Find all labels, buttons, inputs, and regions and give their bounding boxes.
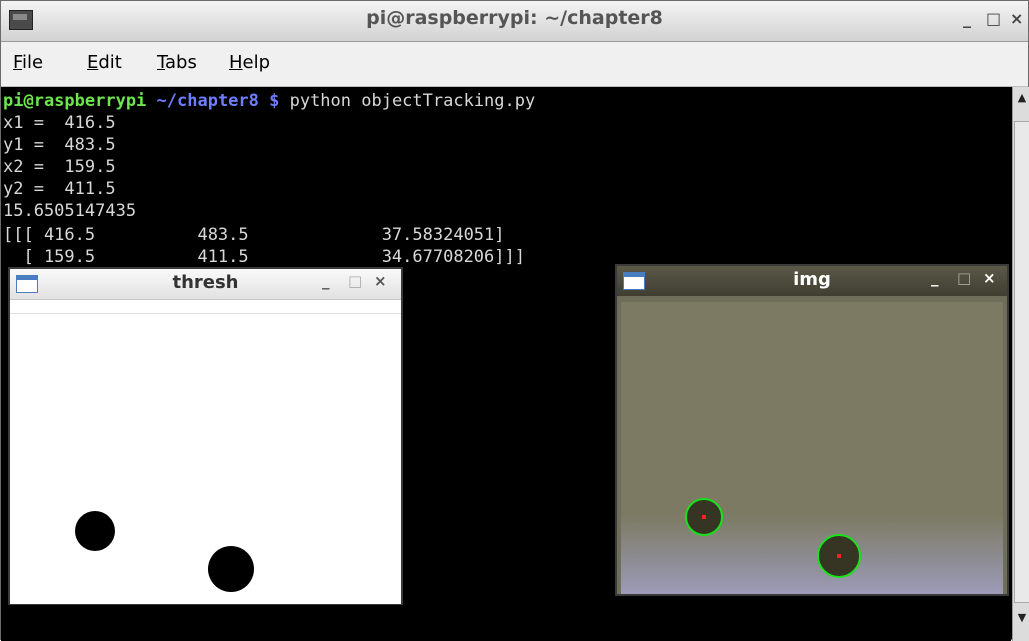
tracked-circle [685,498,723,536]
scroll-down-icon[interactable]: ▼ [1013,607,1029,629]
menu-edit[interactable]: Edit [87,52,122,73]
menu-file-mnemonic: F [13,52,23,73]
camera-image [621,302,1003,594]
menu-tabs-mnemonic: T [157,52,166,73]
center-dot [702,515,706,519]
image-floor-noise [621,514,1003,594]
menu-bar: File Edit Tabs Help [1,42,1028,87]
img-window-title: img [793,269,831,290]
close-icon[interactable]: × [374,272,387,290]
center-dot [837,554,841,558]
output-line: x2 = 159.5 [3,157,116,177]
output-line: y1 = 483.5 [3,135,116,155]
window-title: pi@raspberrypi: ~/chapter8 [366,7,663,29]
thresh-image [10,313,401,604]
prompt-line: pi@raspberrypi ~/chapter8 $ python objec… [3,91,535,111]
maximize-icon[interactable]: □ [986,9,1001,28]
maximize-icon[interactable]: □ [348,272,362,290]
menu-tabs-label: abs [165,52,197,73]
vertical-scrollbar[interactable]: ▲ ▼ [1012,87,1029,641]
menu-file-label: ile [22,52,44,73]
img-title-bar[interactable]: img _ □ × [617,266,1007,296]
command-text: python objectTracking.py [279,91,536,111]
minimize-icon[interactable]: _ [322,272,330,290]
scrollbar-thumb[interactable] [1014,121,1029,603]
output-line: y2 = 411.5 [3,179,116,199]
prompt-user: pi@raspberrypi [3,91,147,111]
title-bar[interactable]: pi@raspberrypi: ~/chapter8 _ □ × [1,1,1028,42]
prompt-path: ~/chapter8 $ [146,91,280,111]
menu-edit-mnemonic: E [87,52,99,73]
output-line: x1 = 416.5 [3,113,116,133]
output-line: [[[ 416.5 483.5 37.58324051] [3,225,505,245]
menu-help[interactable]: Help [229,52,270,73]
scroll-up-icon[interactable]: ▲ [1013,87,1029,109]
minimize-icon[interactable]: _ [963,9,971,28]
menu-edit-label: dit [98,52,122,73]
threshold-blob [208,546,254,592]
img-window: img _ □ × [615,264,1009,596]
close-icon[interactable]: × [983,269,996,287]
menu-help-mnemonic: H [229,52,243,73]
thresh-window-title: thresh [172,272,239,293]
output-line: 15.6505147435 [3,201,137,221]
threshold-blob [75,511,115,551]
output-line: [ 159.5 411.5 34.67708206]]] [3,247,525,267]
menu-tabs[interactable]: Tabs [157,52,197,73]
thresh-title-bar[interactable]: thresh _ □ × [10,269,401,300]
maximize-icon[interactable]: □ [957,269,971,287]
minimize-icon[interactable]: _ [931,269,939,287]
thresh-window: thresh _ □ × [8,267,403,605]
menu-file[interactable]: File [13,52,43,73]
menu-help-label: elp [242,52,271,73]
tracked-circle [817,534,861,578]
close-icon[interactable]: × [1010,9,1023,28]
